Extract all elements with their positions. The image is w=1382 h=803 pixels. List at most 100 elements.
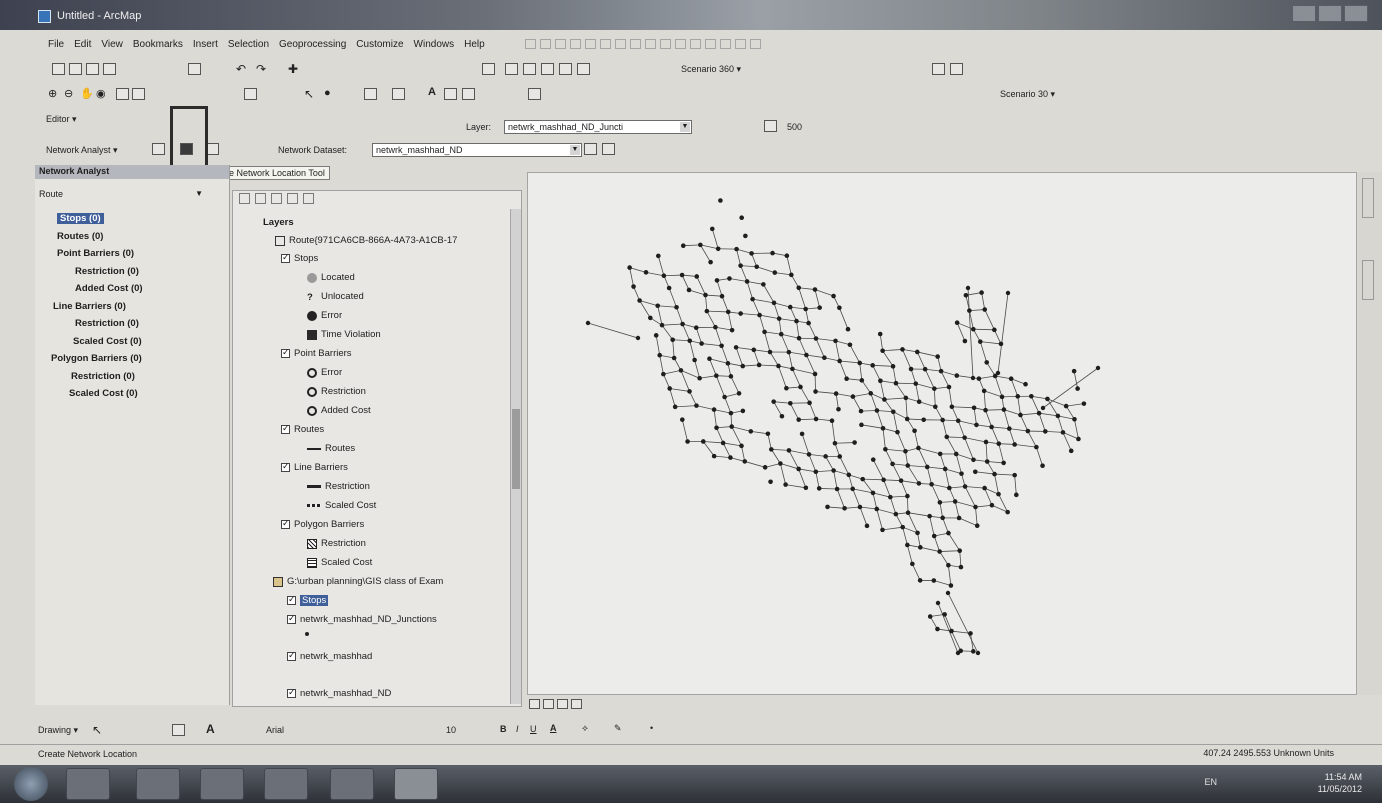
html-popup-icon[interactable]: A [428, 86, 436, 98]
na-subclass-restriction[interactable]: Restriction (0) [35, 318, 225, 336]
taskbar-arcmap-button[interactable] [394, 768, 438, 800]
na-subclass-restriction[interactable]: Restriction (0) [35, 371, 225, 389]
na-class-point-barriers[interactable]: Point Barriers (0) [35, 248, 225, 266]
select-elements-icon[interactable]: ↖ [92, 723, 102, 737]
layout-view-icon[interactable] [543, 699, 554, 709]
editor-menu[interactable]: Editor ▾ [46, 114, 77, 125]
list-by-selection-icon[interactable] [287, 193, 298, 204]
na-class-polygon-barriers[interactable]: Polygon Barriers (0) [35, 353, 225, 371]
catalog-icon[interactable] [523, 63, 536, 75]
toc-routes[interactable]: Routes [281, 423, 324, 435]
select-features-icon[interactable] [244, 88, 257, 100]
menu-customize[interactable]: Customize [356, 39, 403, 50]
na-subclass-added-cost[interactable]: Added Cost (0) [35, 283, 225, 301]
undo-icon[interactable]: ↶ [236, 62, 246, 76]
na-subclass-scaled-cost[interactable]: Scaled Cost (0) [35, 388, 225, 406]
catalog-dock-tab[interactable] [1362, 178, 1374, 218]
font-size[interactable]: 10 [446, 725, 456, 735]
taskbar-ie-button[interactable] [66, 768, 110, 800]
search-dock-tab[interactable] [1362, 260, 1374, 300]
na-class-stops[interactable]: Stops (0) [35, 213, 225, 231]
bold-button[interactable]: B [500, 724, 507, 734]
menu-insert[interactable]: Insert [193, 39, 218, 50]
save-icon[interactable] [86, 63, 99, 75]
line-barriers-checkbox[interactable] [281, 461, 290, 472]
tool-icon[interactable] [950, 63, 963, 75]
fixed-zoom-out-icon[interactable] [132, 88, 145, 100]
point-barriers-checkbox[interactable] [281, 347, 290, 358]
menu-geoprocessing[interactable]: Geoprocessing [279, 39, 346, 50]
toc-stops[interactable]: Stops [281, 252, 318, 264]
directions-icon[interactable] [602, 143, 615, 155]
time-slider-icon[interactable] [528, 88, 541, 100]
rectangle-icon[interactable] [172, 724, 185, 736]
na-subclass-scaled-cost[interactable]: Scaled Cost (0) [35, 336, 225, 354]
input-language[interactable]: EN [1204, 777, 1217, 787]
toc-stops-layer[interactable]: Stops [287, 594, 329, 606]
font-color-icon[interactable]: A [550, 723, 557, 733]
system-clock[interactable]: 11:54 AM 11/05/2012 [1318, 771, 1362, 795]
network-checkbox[interactable] [287, 650, 296, 661]
hyperlink-icon[interactable] [444, 88, 457, 100]
toc-polygon-barriers[interactable]: Polygon Barriers [281, 518, 364, 530]
menu-bookmarks[interactable]: Bookmarks [133, 39, 183, 50]
line-color-icon[interactable]: ✎ [614, 723, 622, 734]
marker-color-icon[interactable]: • [650, 723, 653, 733]
scenario-360-dropdown[interactable]: Scenario 360 ▾ [681, 64, 741, 75]
nd-checkbox[interactable] [287, 687, 296, 698]
stops-layer-checkbox[interactable] [287, 594, 296, 605]
font-name[interactable]: Arial [266, 725, 284, 735]
na-subclass-restriction[interactable]: Restriction (0) [35, 266, 225, 284]
close-button[interactable] [1344, 5, 1368, 22]
refresh-icon[interactable] [557, 699, 568, 709]
fill-color-icon[interactable]: ⟡ [582, 723, 588, 734]
toc-network-layer[interactable]: netwrk_mashhad [287, 650, 372, 662]
network-dataset-combo[interactable]: netwrk_mashhad_ND ▼ [372, 143, 582, 157]
na-window-icon[interactable] [152, 143, 165, 155]
list-by-visibility-icon[interactable] [271, 193, 282, 204]
menu-help[interactable]: Help [464, 39, 485, 50]
identify-results-icon[interactable] [764, 120, 777, 132]
toc-nd-layer[interactable]: netwrk_mashhad_ND [287, 687, 391, 699]
na-class-line-barriers[interactable]: Line Barriers (0) [35, 301, 225, 319]
open-icon[interactable] [69, 63, 82, 75]
drawing-menu[interactable]: Drawing ▾ [38, 725, 78, 736]
network-analyst-menu[interactable]: Network Analyst ▾ [46, 145, 118, 156]
italic-button[interactable]: I [516, 724, 519, 734]
python-icon[interactable] [577, 63, 590, 75]
toc-gdb-path[interactable]: G:\urban planning\GIS class of Exam [273, 576, 443, 587]
redo-icon[interactable]: ↷ [256, 62, 266, 76]
add-data-icon[interactable]: ✚ [288, 62, 298, 76]
swipe-icon[interactable] [462, 88, 475, 100]
start-button[interactable] [14, 767, 48, 801]
toc-icon[interactable] [505, 63, 518, 75]
toc-junctions-layer[interactable]: netwrk_mashhad_ND_Junctions [287, 613, 437, 625]
menu-edit[interactable]: Edit [74, 39, 91, 50]
measure-icon[interactable] [392, 88, 405, 100]
map-view[interactable] [527, 172, 1357, 695]
search-window-icon[interactable] [541, 63, 554, 75]
layer-combo[interactable]: netwrk_mashhad_ND_Juncti ▼ [504, 120, 692, 134]
taskbar-explorer-button[interactable] [136, 768, 180, 800]
na-class-routes[interactable]: Routes (0) [35, 231, 225, 249]
print-icon[interactable] [103, 63, 116, 75]
delete-icon[interactable] [188, 63, 201, 75]
menu-file[interactable]: File [48, 39, 64, 50]
scenario-30-dropdown[interactable]: Scenario 30 ▾ [1000, 89, 1055, 100]
new-document-icon[interactable] [52, 63, 65, 75]
find-icon[interactable] [364, 88, 377, 100]
menu-selection[interactable]: Selection [228, 39, 269, 50]
menu-view[interactable]: View [101, 39, 123, 50]
data-view-icon[interactable] [529, 699, 540, 709]
stops-checkbox[interactable] [281, 252, 290, 263]
toc-line-barriers[interactable]: Line Barriers [281, 461, 348, 473]
taskbar-app-button[interactable] [200, 768, 244, 800]
zoom-in-icon[interactable]: ⊕ [48, 87, 57, 100]
taskbar-app-button[interactable] [264, 768, 308, 800]
toc-scrollbar-thumb[interactable] [512, 409, 520, 489]
routes-checkbox[interactable] [281, 423, 290, 434]
junctions-checkbox[interactable] [287, 613, 296, 624]
maximize-button[interactable] [1318, 5, 1342, 22]
polygon-barriers-checkbox[interactable] [281, 518, 290, 529]
taskbar-app-button[interactable] [330, 768, 374, 800]
